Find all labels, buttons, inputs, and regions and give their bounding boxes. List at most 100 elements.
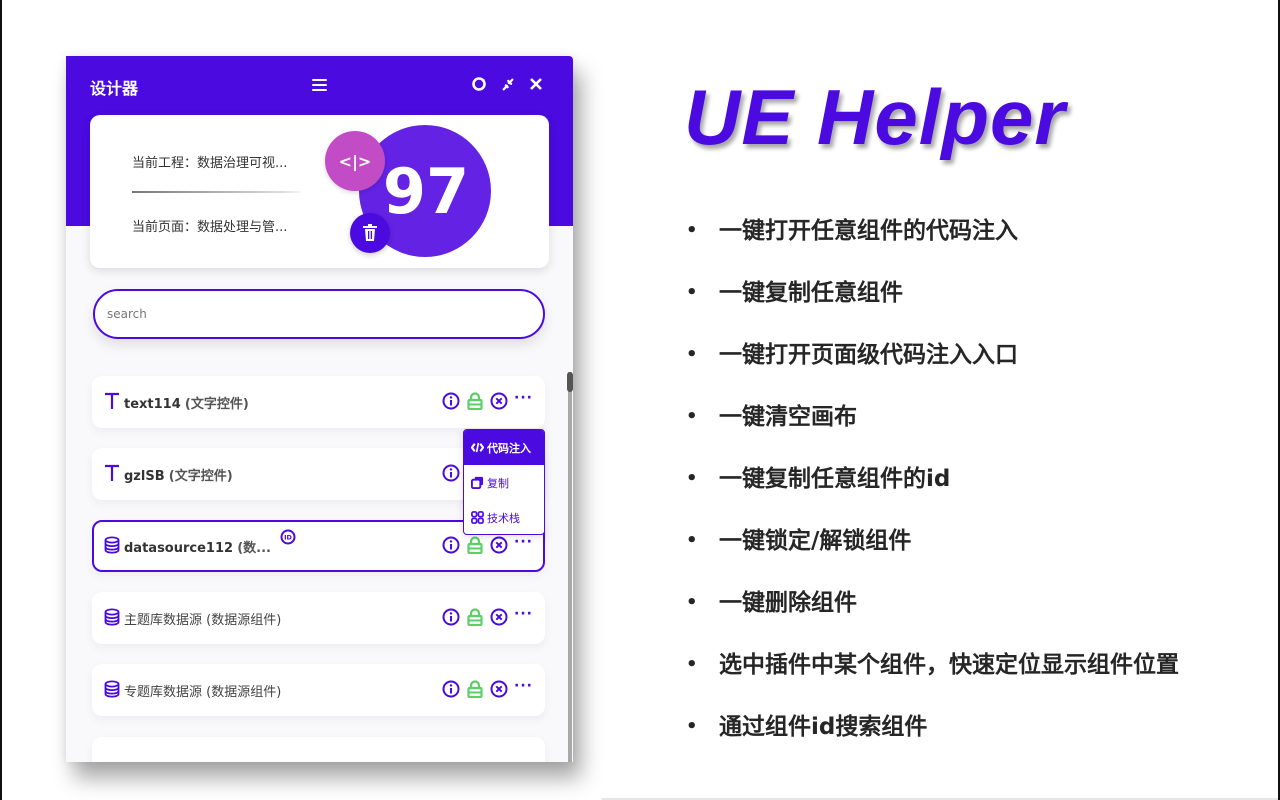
collapse-icon[interactable] bbox=[499, 75, 517, 93]
info-icon[interactable] bbox=[442, 536, 460, 554]
feature-item: • 通过组件id搜索组件 bbox=[686, 710, 1179, 772]
list-item[interactable] bbox=[92, 737, 545, 762]
feature-item: • 选中插件中某个组件，快速定位显示组件位置 bbox=[686, 648, 1179, 710]
feature-text: 一键复制任意组件的id bbox=[719, 466, 951, 492]
database-icon bbox=[104, 608, 120, 626]
component-label: datasource112 (数... bbox=[124, 537, 271, 556]
more-icon[interactable]: ··· bbox=[514, 390, 533, 406]
lock-icon[interactable] bbox=[466, 392, 484, 411]
bullet: • bbox=[686, 344, 698, 365]
trash-icon bbox=[363, 224, 377, 241]
component-label: text114 (文字控件) bbox=[124, 393, 249, 412]
database-icon bbox=[104, 680, 120, 698]
component-name: text114 bbox=[124, 397, 181, 412]
more-icon[interactable]: ··· bbox=[514, 534, 533, 550]
more-icon[interactable]: ··· bbox=[514, 606, 533, 622]
database-icon bbox=[104, 536, 120, 554]
menu-icon[interactable] bbox=[312, 79, 327, 91]
feature-text: 一键打开任意组件的代码注入 bbox=[719, 218, 1018, 244]
bullet: • bbox=[686, 282, 698, 303]
lock-icon[interactable] bbox=[466, 680, 484, 699]
lock-icon[interactable] bbox=[466, 536, 484, 555]
feature-text: 一键锁定/解锁组件 bbox=[719, 528, 912, 554]
component-name: gzlSB bbox=[124, 469, 165, 484]
close-icon[interactable] bbox=[527, 75, 545, 93]
svg-text:ID: ID bbox=[284, 534, 292, 542]
info-icon[interactable] bbox=[442, 392, 460, 410]
feature-text: 一键复制任意组件 bbox=[719, 280, 903, 306]
search-field[interactable] bbox=[93, 289, 545, 339]
more-actions-popover: 代码注入 复制 技术栈 bbox=[463, 429, 545, 535]
row-actions: ··· bbox=[442, 390, 533, 411]
component-name: datasource112 bbox=[124, 541, 234, 556]
component-type: (数... bbox=[237, 541, 271, 556]
delete-icon[interactable] bbox=[490, 392, 508, 410]
copy-id-icon[interactable]: ID bbox=[280, 529, 296, 545]
code-icon: <|> bbox=[338, 151, 372, 171]
component-type: (文字控件) bbox=[168, 469, 233, 484]
component-name: 专题库数据源 bbox=[124, 685, 203, 700]
info-divider bbox=[132, 191, 300, 193]
feature-item: • 一键删除组件 bbox=[686, 586, 1179, 648]
bullet: • bbox=[686, 468, 698, 489]
scrollbar-thumb[interactable] bbox=[567, 372, 573, 392]
list-item[interactable]: text114 (文字控件) ··· bbox=[92, 376, 545, 428]
delete-icon[interactable] bbox=[490, 680, 508, 698]
delete-icon[interactable] bbox=[490, 536, 508, 554]
grid-icon bbox=[471, 511, 484, 524]
code-icon bbox=[471, 442, 484, 453]
popover-item-tech-stack[interactable]: 技术栈 bbox=[464, 500, 544, 534]
component-name: 主题库数据源 bbox=[124, 613, 203, 628]
refresh-icon[interactable] bbox=[470, 75, 488, 93]
brand-title: UE Helper bbox=[684, 73, 1066, 161]
bullet: • bbox=[686, 654, 698, 675]
list-item[interactable]: 专题库数据源 (数据源组件) ··· bbox=[92, 664, 545, 716]
component-label: 主题库数据源 (数据源组件) bbox=[124, 609, 281, 628]
feature-item: • 一键打开任意组件的代码注入 bbox=[686, 214, 1179, 276]
list-item[interactable]: 主题库数据源 (数据源组件) ··· bbox=[92, 592, 545, 644]
feature-text: 通过组件id搜索组件 bbox=[719, 714, 928, 740]
component-type: (文字控件) bbox=[184, 397, 249, 412]
feature-item: • 一键清空画布 bbox=[686, 400, 1179, 462]
info-icon[interactable] bbox=[442, 680, 460, 698]
feature-text: 一键删除组件 bbox=[719, 590, 857, 616]
copy-icon bbox=[471, 476, 484, 489]
feature-text: 一键打开页面级代码注入入口 bbox=[719, 342, 1018, 368]
delete-icon[interactable] bbox=[490, 608, 508, 626]
row-actions: ··· bbox=[442, 606, 533, 627]
more-icon[interactable]: ··· bbox=[514, 678, 533, 694]
panel-title: 设计器 bbox=[90, 79, 139, 98]
info-card: 当前工程：数据治理可视... 当前页面：数据处理与管... 97 <|> bbox=[90, 115, 549, 268]
info-icon[interactable] bbox=[442, 464, 460, 482]
component-label: gzlSB (文字控件) bbox=[124, 465, 233, 484]
clear-canvas-button[interactable] bbox=[350, 213, 390, 253]
component-type: (数据源组件) bbox=[206, 613, 282, 628]
bullet: • bbox=[686, 530, 698, 551]
bullet: • bbox=[686, 592, 698, 613]
bullet: • bbox=[686, 220, 698, 241]
lock-icon[interactable] bbox=[466, 608, 484, 627]
popover-item-code-injection[interactable]: 代码注入 bbox=[464, 430, 544, 465]
feature-item: • 一键锁定/解锁组件 bbox=[686, 524, 1179, 586]
feature-text: 选中插件中某个组件，快速定位显示组件位置 bbox=[719, 652, 1179, 678]
frame-left-edge bbox=[0, 0, 2, 800]
designer-panel: 设计器 当前工程：数据治理可视... 当前页面：数据处理与管... 97 <|>… bbox=[66, 56, 573, 762]
text-icon bbox=[104, 392, 120, 410]
bullet: • bbox=[686, 716, 698, 737]
current-page: 当前页面：数据处理与管... bbox=[132, 220, 288, 235]
component-label: 专题库数据源 (数据源组件) bbox=[124, 681, 281, 700]
scrollbar[interactable] bbox=[568, 372, 572, 762]
feature-list: • 一键打开任意组件的代码注入 • 一键复制任意组件 • 一键打开页面级代码注入入口 • 一键… bbox=[686, 214, 1179, 772]
feature-item: • 一键打开页面级代码注入入口 bbox=[686, 338, 1179, 400]
feature-text: 一键清空画布 bbox=[719, 404, 857, 430]
popover-item-copy[interactable]: 复制 bbox=[464, 465, 544, 500]
feature-item: • 一键复制任意组件 bbox=[686, 276, 1179, 338]
text-icon bbox=[104, 464, 120, 482]
page-code-injection-button[interactable]: <|> bbox=[325, 131, 385, 191]
current-project: 当前工程：数据治理可视... bbox=[132, 156, 288, 171]
bullet: • bbox=[686, 406, 698, 427]
search-input[interactable] bbox=[95, 291, 543, 337]
feature-item: • 一键复制任意组件的id bbox=[686, 462, 1179, 524]
row-actions: ··· bbox=[442, 534, 533, 555]
info-icon[interactable] bbox=[442, 608, 460, 626]
